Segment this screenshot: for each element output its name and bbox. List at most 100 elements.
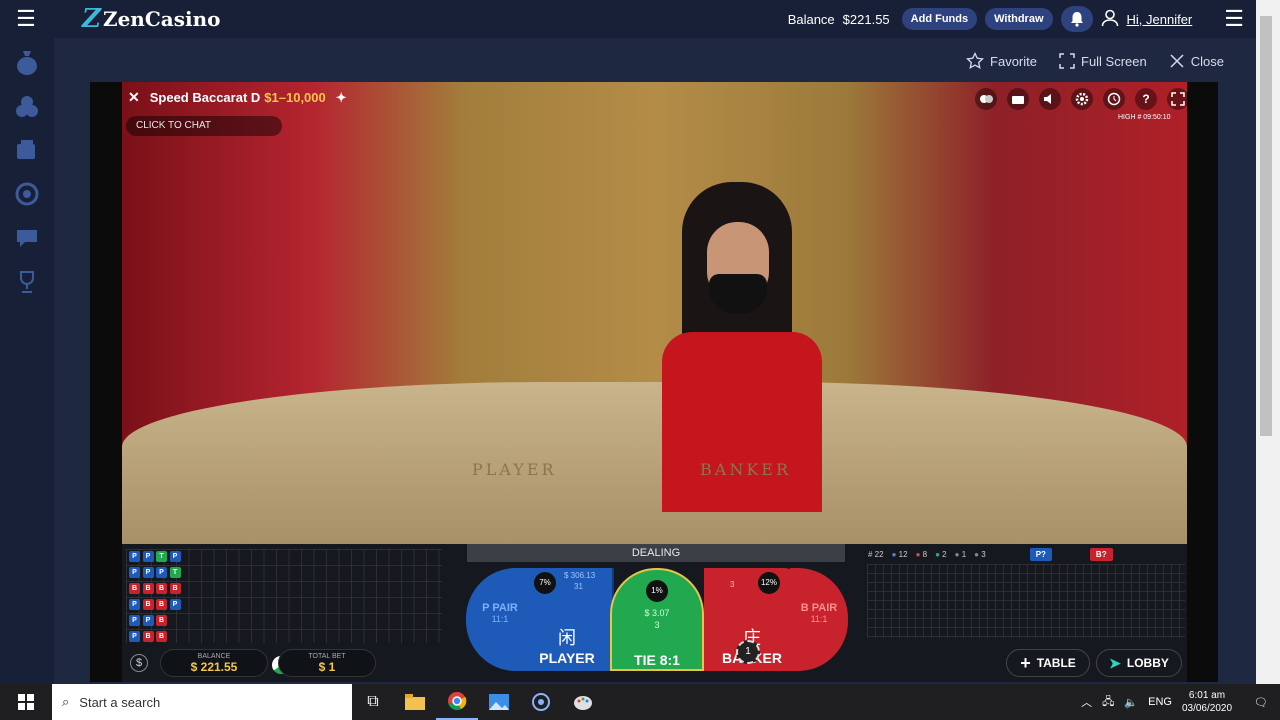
task-view-icon[interactable]: ⧉ [352, 684, 394, 720]
user-greeting-link[interactable]: Hi, Jennifer [1127, 12, 1193, 27]
tie-pct: 1% [646, 580, 668, 602]
network-icon[interactable]: 🖧 [1102, 693, 1114, 712]
photos-icon[interactable] [478, 684, 520, 720]
bead-road-cell: B [156, 599, 167, 610]
clock[interactable]: 6:01 am 03/06/2020 [1182, 689, 1232, 715]
bead-road: PPTPPPPTBBBBPBBPPPBPBB [126, 549, 442, 643]
notification-icon[interactable]: 🗨 [1254, 696, 1268, 709]
banker-pairs: ● 3 [974, 550, 986, 559]
total-bet-value: $ 1 [318, 660, 336, 674]
add-funds-button[interactable]: Add Funds [901, 8, 978, 30]
player-amount: $ 306.13 [564, 571, 596, 580]
banker-pct: 12% [758, 572, 780, 594]
chrome-icon[interactable] [436, 684, 478, 720]
game-balance-value: $ 221.55 [190, 660, 238, 674]
live-video[interactable]: PLAYER BANKER [122, 82, 1187, 544]
balance-box: BALANCE $ 221.55 [160, 649, 268, 677]
favorite-button[interactable]: Favorite [966, 52, 1037, 70]
close-game-button[interactable]: Close [1169, 52, 1224, 70]
search-placeholder: Start a search [79, 694, 161, 710]
placed-chip[interactable]: 1 [736, 640, 760, 664]
scroll-thumb[interactable] [1260, 16, 1272, 436]
paint-icon[interactable] [562, 684, 604, 720]
slot-machine-icon[interactable] [0, 128, 54, 172]
brand-logo[interactable]: Z ZenCasino [82, 4, 220, 34]
game-balance-label: BALANCE [197, 653, 231, 660]
close-video-icon[interactable]: ✕ [128, 89, 140, 106]
withdraw-button[interactable]: Withdraw [985, 8, 1053, 30]
file-explorer-icon[interactable] [394, 684, 436, 720]
main-menu-icon[interactable]: ☰ [1224, 6, 1244, 32]
brand-name: ZenCasino [102, 7, 221, 31]
table-player-label: PLAYER [472, 460, 557, 479]
chat-help-icon[interactable] [0, 216, 54, 260]
camera-icon[interactable] [1007, 88, 1029, 110]
poker-chips-icon[interactable] [0, 84, 54, 128]
tie-bet[interactable]: 1% $ 3.07 3 TIE 8:1 [610, 568, 704, 671]
player-ask-button[interactable]: P? [1029, 548, 1052, 561]
settings-gear-icon[interactable] [1071, 88, 1093, 110]
clock-date: 03/06/2020 [1181, 703, 1233, 714]
bead-road-cell: P [129, 615, 140, 626]
cortana-icon[interactable] [520, 684, 562, 720]
banker-ask-button[interactable]: B? [1089, 548, 1113, 561]
volume-mute-icon[interactable] [1039, 88, 1061, 110]
banker-bet[interactable]: 3 12% 庄 BANKER 1 [704, 568, 800, 671]
bead-road-cell: P [129, 599, 140, 610]
lobby-button[interactable]: ➤ LOBBY [1096, 649, 1182, 677]
live-casino-icon[interactable] [0, 172, 54, 216]
bpair-label: B PAIR [800, 602, 838, 614]
lobby-button-label: LOBBY [1126, 656, 1169, 670]
fullscreen-label: Full Screen [1081, 53, 1147, 69]
search-icon: ⌕ [62, 694, 70, 709]
player-count: 31 [574, 582, 583, 591]
bead-road-cell: P [169, 599, 181, 610]
bead-road-cell: B [156, 583, 167, 594]
help-icon[interactable]: ? [1135, 88, 1157, 110]
bead-road-cell: B [129, 583, 140, 594]
rounds-count: # 22 [868, 550, 884, 559]
bead-road-cell: B [156, 615, 167, 626]
close-label: Close [1190, 53, 1224, 69]
os-taskbar: ⌕ Start a search ⧉ ︿ 🖧 🔈 ENG 6:01 am 03/… [0, 684, 1280, 720]
dollar-icon[interactable]: $ [130, 654, 148, 672]
taskbar-search[interactable]: ⌕ Start a search [52, 684, 352, 720]
fullscreen-button[interactable]: Full Screen [1059, 52, 1147, 70]
chat-input[interactable]: CLICK TO CHAT [126, 116, 282, 136]
bead-road-cell: P [156, 567, 167, 578]
bead-road-cell: B [142, 583, 154, 594]
table-button-label: TABLE [1036, 656, 1076, 670]
round-timer: # 09:50:10 [1137, 114, 1171, 121]
pin-icon[interactable]: ✦ [336, 90, 347, 106]
bell-icon[interactable] [1060, 6, 1093, 32]
trophy-icon[interactable] [0, 260, 54, 304]
expand-icon[interactable] [1167, 88, 1189, 110]
language-indicator[interactable]: ENG [1148, 696, 1172, 708]
bead-road-cell: P [142, 551, 154, 562]
total-bet-box: TOTAL BET $ 1 [278, 649, 376, 677]
volume-icon[interactable]: 🔈 [1124, 696, 1138, 709]
clock-time: 6:01 am [1188, 690, 1226, 701]
table-button[interactable]: + TABLE [1006, 649, 1090, 677]
favorite-label: Favorite [990, 53, 1037, 69]
player-pct: 7% [534, 572, 556, 594]
lobby-arrow-icon: ➤ [1109, 654, 1121, 671]
menu-icon[interactable]: ☰ [0, 0, 52, 38]
bead-road-cell: B [156, 631, 167, 642]
player-bet[interactable]: 7% $ 306.13 31 闲 PLAYER [520, 568, 614, 671]
bead-road-cell: B [169, 583, 181, 594]
chips-icon[interactable] [975, 88, 997, 110]
bead-road-cell: T [156, 551, 167, 562]
total-bet-label: TOTAL BET [308, 653, 346, 660]
logo-mark-icon: Z [82, 4, 101, 34]
game-title: Speed Baccarat D [149, 90, 261, 105]
close-icon [1170, 54, 1184, 68]
stream-quality: HIGH [1118, 114, 1136, 121]
user-icon[interactable] [1101, 9, 1119, 30]
windows-start-icon[interactable] [0, 694, 52, 710]
chevron-up-icon[interactable]: ︿ [1081, 694, 1092, 710]
history-icon[interactable] [1103, 88, 1125, 110]
fullscreen-icon [1059, 53, 1075, 69]
money-bag-icon[interactable] [0, 40, 54, 84]
page-scrollbar[interactable] [1256, 0, 1280, 684]
